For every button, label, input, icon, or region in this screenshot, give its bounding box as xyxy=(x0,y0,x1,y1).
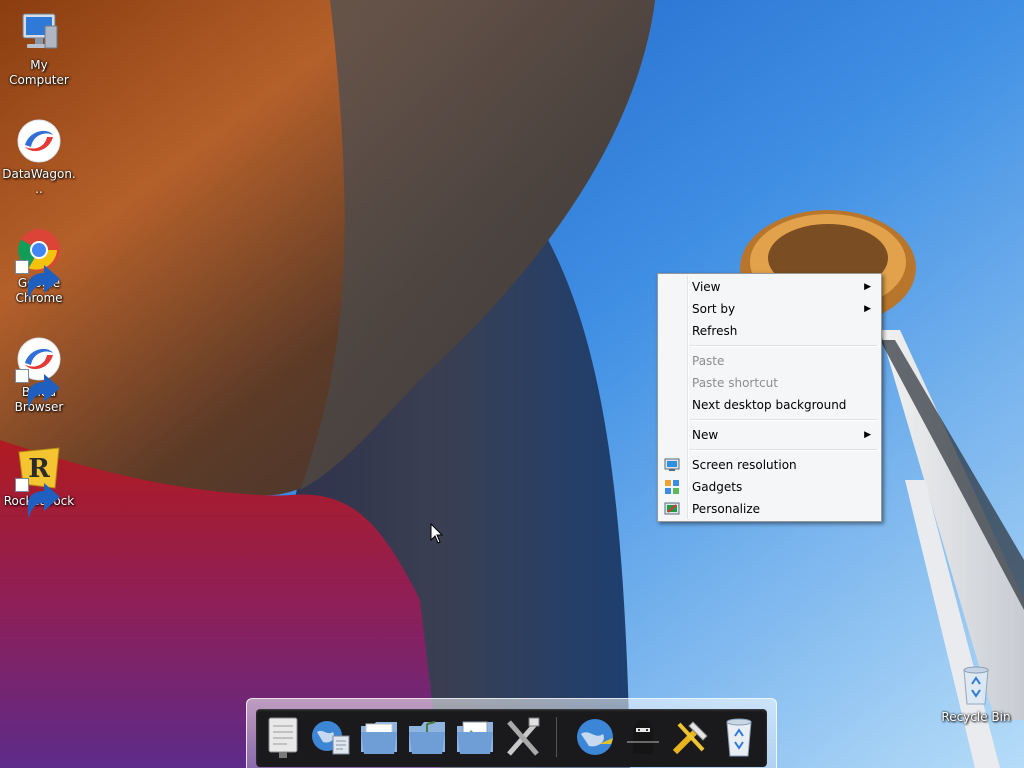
dock-item-recycle-bin[interactable] xyxy=(717,714,761,760)
network-globe-icon xyxy=(577,719,613,755)
menu-separator xyxy=(690,345,877,347)
submenu-arrow-icon: ▶ xyxy=(864,430,871,440)
menu-item-paste-shortcut: Paste shortcut xyxy=(660,372,879,394)
dock-item-ninja[interactable] xyxy=(621,714,665,760)
menu-item-refresh[interactable]: Refresh xyxy=(660,320,879,342)
pictures-folder-icon xyxy=(457,721,493,754)
ninja-icon xyxy=(627,720,659,754)
shortcut-arrow-icon xyxy=(15,260,60,301)
menu-item-paste: Paste xyxy=(660,350,879,372)
music-folder-icon xyxy=(409,721,445,754)
datawagon-icon xyxy=(15,117,63,165)
menu-item-gadgets[interactable]: Gadgets xyxy=(660,476,879,498)
menu-separator xyxy=(690,419,877,421)
desktop-icon-label: Recycle Bin xyxy=(941,710,1011,724)
menu-item-view[interactable]: View ▶ xyxy=(660,276,879,298)
menu-item-new[interactable]: New ▶ xyxy=(660,424,879,446)
menu-item-label: Sort by xyxy=(692,302,736,316)
notepad-icon xyxy=(268,717,298,758)
dock-item-network[interactable] xyxy=(573,714,617,760)
desktop-context-menu: View ▶ Sort by ▶ Refresh Paste Paste sho… xyxy=(657,273,882,522)
documents-folder-icon xyxy=(361,722,397,754)
dock-separator xyxy=(556,717,557,757)
desktop-icon-label: My Computer xyxy=(9,58,69,87)
menu-separator xyxy=(690,449,877,451)
desktop-icon-rocketdock[interactable]: R RocketDock xyxy=(0,444,78,519)
menu-item-label: Gadgets xyxy=(692,480,743,494)
menu-item-sort-by[interactable]: Sort by ▶ xyxy=(660,298,879,320)
desktop-icon-recycle-bin[interactable]: Recycle Bin xyxy=(938,660,1014,725)
desktop-icon-my-computer[interactable]: My Computer xyxy=(0,8,78,88)
baidu-browser-icon xyxy=(15,335,63,410)
menu-item-label: New xyxy=(692,428,719,442)
submenu-arrow-icon: ▶ xyxy=(864,282,871,292)
menu-item-screen-resolution[interactable]: Screen resolution xyxy=(660,454,879,476)
dock-item-internet[interactable] xyxy=(309,714,353,760)
menu-item-personalize[interactable]: Personalize xyxy=(660,498,879,520)
system-tools-icon xyxy=(507,717,540,756)
menu-item-label: Screen resolution xyxy=(692,458,797,472)
dock-item-tools[interactable] xyxy=(669,714,713,760)
dock-item-music[interactable] xyxy=(405,714,449,760)
shortcut-arrow-icon xyxy=(15,369,60,410)
gadgets-icon xyxy=(664,479,680,495)
menu-item-label: Refresh xyxy=(692,324,738,338)
menu-item-label: Paste shortcut xyxy=(692,376,778,390)
rocketdock-bar xyxy=(246,698,777,768)
mouse-cursor-icon xyxy=(430,523,444,544)
recycle-bin-icon xyxy=(726,718,752,757)
screen-resolution-icon xyxy=(664,457,680,473)
personalize-icon xyxy=(664,501,680,517)
dock-item-pictures[interactable] xyxy=(453,714,497,760)
menu-item-label: Next desktop background xyxy=(692,398,847,412)
dock-item-notepad[interactable] xyxy=(261,714,305,760)
desktop[interactable]: My Computer DataWagon... Google Chr xyxy=(0,0,1024,768)
chrome-icon xyxy=(15,226,63,301)
desktop-icon-baidu-browser[interactable]: Baidu Browser xyxy=(0,335,78,415)
recycle-bin-icon xyxy=(952,660,1000,708)
menu-item-label: Paste xyxy=(692,354,725,368)
dock-item-documents[interactable] xyxy=(357,714,401,760)
menu-item-label: Personalize xyxy=(692,502,761,516)
desktop-icon-datawagon[interactable]: DataWagon... xyxy=(0,117,78,197)
desktop-icon-google-chrome[interactable]: Google Chrome xyxy=(0,226,78,306)
tools-icon xyxy=(672,721,708,755)
dock-shelf xyxy=(256,709,767,767)
menu-item-label: View xyxy=(692,280,721,294)
computer-icon xyxy=(15,8,63,56)
desktop-icon-label: DataWagon... xyxy=(2,167,76,196)
submenu-arrow-icon: ▶ xyxy=(864,304,871,314)
shortcut-arrow-icon xyxy=(15,478,60,519)
dock-item-system-tools[interactable] xyxy=(501,714,545,760)
internet-globe-icon xyxy=(312,721,350,755)
menu-item-next-desktop-background[interactable]: Next desktop background xyxy=(660,394,879,416)
rocketdock-icon: R xyxy=(15,444,63,519)
